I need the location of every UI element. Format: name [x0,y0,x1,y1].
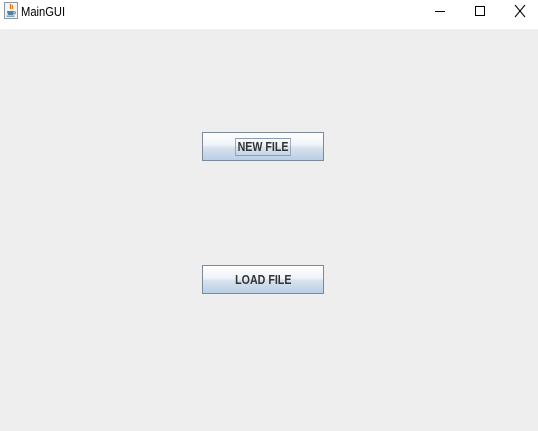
load-file-button[interactable]: LOAD FILE [202,265,324,294]
maximize-button[interactable] [460,0,500,26]
window-title: MainGUI [21,4,66,19]
title-bar[interactable]: MainGUI [0,0,538,29]
content-pane: NEW FILE LOAD FILE [0,29,538,431]
close-icon [514,4,526,23]
java-coffee-cup-icon [4,2,18,19]
new-file-label: NEW FILE [235,137,291,156]
maximize-icon [474,4,486,22]
new-file-button[interactable]: NEW FILE [202,132,324,161]
minimize-button[interactable] [420,0,460,26]
main-window: MainGUI NEW FILE LOAD FILE [0,0,538,431]
minimize-icon [434,4,446,22]
close-button[interactable] [500,0,538,26]
load-file-label: LOAD FILE [234,272,292,287]
